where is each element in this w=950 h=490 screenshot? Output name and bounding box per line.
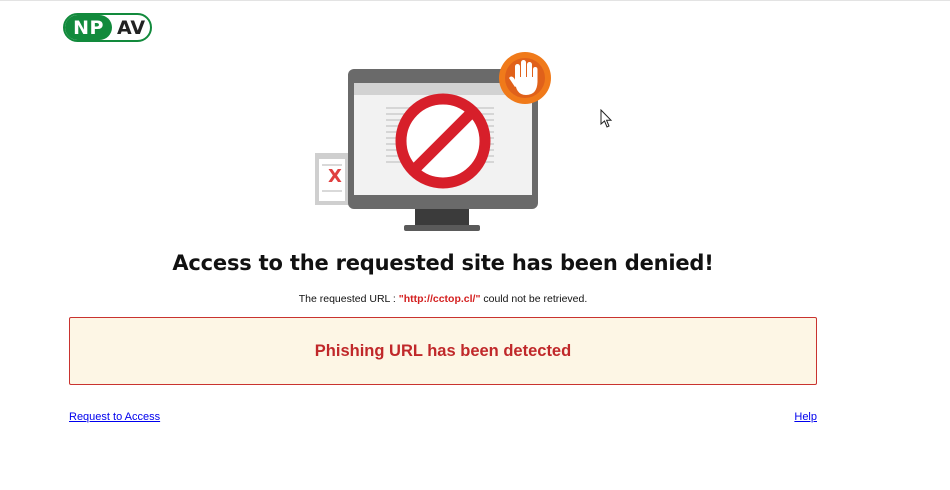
x-mark: X <box>328 166 342 187</box>
page-title: Access to the requested site has been de… <box>172 251 714 275</box>
x-document-icon: X <box>315 153 349 205</box>
logo-av-text: AV <box>116 16 146 39</box>
blocked-page: NP AV X Access to the requested site has… <box>0 0 950 490</box>
blocked-illustration: X <box>315 52 551 231</box>
logo-np-text: NP <box>65 15 112 40</box>
phishing-alert-box: Phishing URL has been detected <box>69 317 817 385</box>
phishing-alert-text: Phishing URL has been detected <box>314 341 572 360</box>
url-message: The requested URL : "http://cctop.cl/" c… <box>0 293 886 305</box>
blocked-url: "http://cctop.cl/" <box>398 293 481 305</box>
request-access-link[interactable]: Request to Access <box>69 411 160 423</box>
help-link[interactable]: Help <box>794 411 817 423</box>
stop-hand-icon <box>499 52 551 104</box>
url-prefix: The requested URL : <box>298 293 399 305</box>
blocked-sign-icon <box>395 93 491 189</box>
url-suffix: could not be retrieved. <box>480 293 588 305</box>
mouse-pointer-icon <box>600 109 613 128</box>
npav-logo: NP AV <box>63 13 152 42</box>
